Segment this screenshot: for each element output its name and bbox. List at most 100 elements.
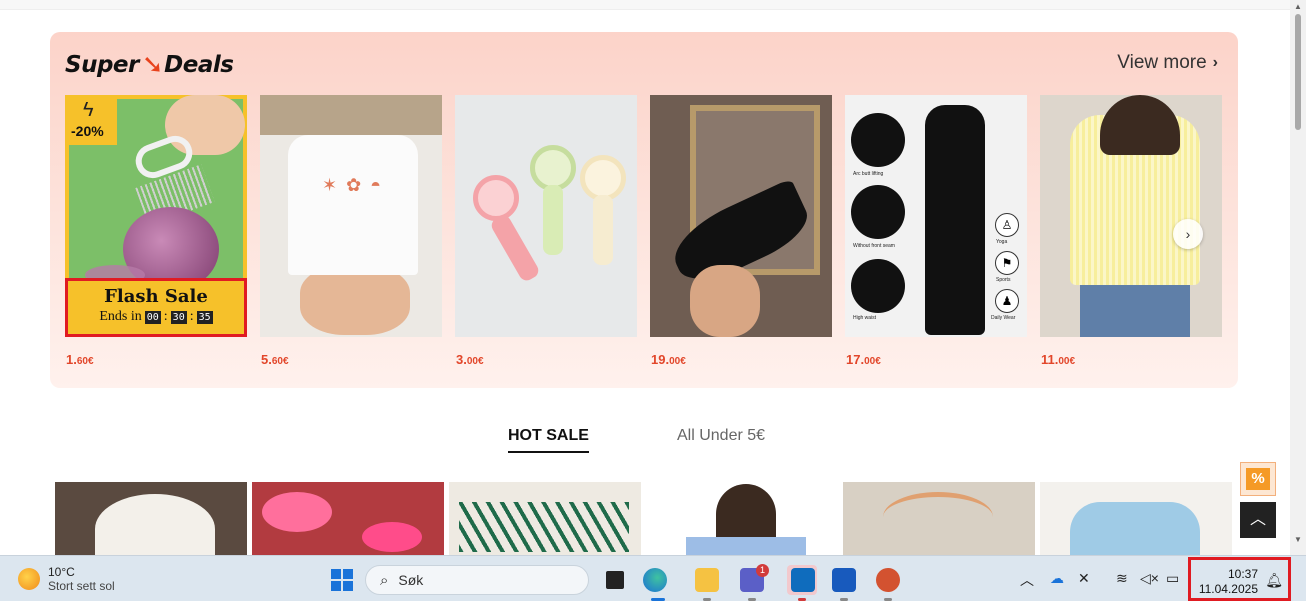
product-image-hand: [690, 265, 760, 337]
product-image: [95, 494, 215, 555]
daily-wear-icon: ♟: [995, 289, 1019, 313]
windows-taskbar: 10°C Stort sett sol ⌕ Søk 1 ︿ ☁ ✕ ≋ ◁× ▭…: [0, 555, 1306, 601]
price-cents: 00€: [669, 356, 686, 367]
ends-in-label: Ends in: [99, 309, 142, 324]
product-image: [459, 502, 629, 552]
view-more-label: View more: [1117, 52, 1207, 73]
super-deals-panel: Super ➘ Deals View more › ϟ -20% Flash S…: [50, 32, 1238, 388]
countdown-hours: 00: [144, 310, 161, 324]
deal-card-tshirt[interactable]: ✶ ✿ ◓: [260, 95, 442, 337]
leggings-label: Arc butt lifting: [853, 171, 884, 177]
deal-price: 11.00€: [1041, 352, 1075, 367]
yoga-icon: ♙: [995, 213, 1019, 237]
product-image-skin: [300, 265, 410, 335]
onedrive-icon[interactable]: ☁: [1050, 570, 1064, 587]
deal-price: 5.60€: [261, 352, 289, 367]
product-image-shirt: [288, 135, 418, 275]
price-main: 11.: [1041, 352, 1059, 367]
detail-circle: [851, 185, 905, 239]
price-main: 19.: [651, 352, 670, 367]
product-card[interactable]: [843, 482, 1035, 555]
back-to-top-button[interactable]: ︿: [1240, 502, 1276, 538]
fan-pink-icon: [473, 175, 519, 221]
countdown: Ends in 00: 30: 35: [99, 309, 213, 324]
detail-circle: [851, 259, 905, 313]
wifi-icon[interactable]: ≋: [1116, 570, 1128, 587]
weather-widget[interactable]: 10°C Stort sett sol: [18, 565, 115, 593]
clock-highlight-box[interactable]: 10:37 11.04.2025 🔔︎: [1188, 557, 1291, 601]
flash-sale-title: Flash Sale: [104, 286, 208, 307]
deal-card-onion-holder[interactable]: ϟ -20% Flash Sale Ends in 00: 30: 35: [65, 95, 247, 337]
windows-start-icon[interactable]: [331, 569, 353, 591]
task-view-icon[interactable]: [606, 571, 624, 589]
taskbar-clock: 10:37 11.04.2025: [1199, 567, 1258, 597]
deal-price: 1.60€: [66, 352, 94, 367]
battery-icon[interactable]: ▭: [1166, 570, 1179, 587]
notification-bell-icon[interactable]: 🔔︎: [1265, 572, 1283, 589]
deal-price: 3.00€: [456, 352, 484, 367]
leggings-label: High waist: [853, 315, 877, 321]
page-scrollbar[interactable]: ▲ ▼: [1290, 0, 1306, 555]
price-cents: 00€: [1058, 356, 1076, 367]
detail-circle: [851, 113, 905, 167]
sports-icon: ⚑: [995, 251, 1019, 275]
product-image-leggings: [925, 105, 985, 335]
carousel-next-icon[interactable]: ›: [1173, 219, 1203, 249]
product-image-hair: [1100, 95, 1180, 155]
product-card[interactable]: [646, 482, 838, 555]
edge-browser-icon[interactable]: [643, 568, 667, 592]
scroll-down-arrow-icon[interactable]: ▼: [1293, 535, 1303, 545]
fan-pink-handle: [488, 212, 542, 284]
leggings-label: Without front seam: [853, 243, 895, 249]
product-image: [262, 492, 332, 532]
countdown-minutes: 30: [170, 310, 187, 324]
powerpoint-icon[interactable]: [876, 568, 900, 592]
product-card[interactable]: [55, 482, 247, 555]
product-image-wall: [260, 95, 442, 135]
price-cents: 60€: [76, 356, 94, 367]
clock-time: 10:37: [1227, 567, 1258, 581]
product-image: [1070, 502, 1200, 555]
product-image-jeans: [1080, 285, 1190, 337]
discount-text: -20%: [71, 123, 104, 139]
weather-temp: 10°C: [48, 565, 75, 579]
show-hidden-icons-icon[interactable]: ︿: [1020, 570, 1034, 590]
product-card[interactable]: [1040, 482, 1232, 555]
deal-card-heels[interactable]: [650, 95, 832, 337]
leggings-label: Sports: [996, 277, 1011, 283]
logo-deals-text: Deals: [164, 52, 234, 78]
outlook-icon[interactable]: [791, 568, 815, 592]
shell-print-icon: ✶ ✿ ◓: [322, 175, 384, 195]
scroll-thumb[interactable]: [1295, 14, 1301, 130]
deal-card-striped-shirt[interactable]: [1040, 95, 1222, 337]
clock-date: 11.04.2025: [1198, 582, 1258, 596]
deal-price: 19.00€: [651, 352, 686, 367]
percent-icon: %: [1246, 468, 1270, 490]
product-image: [362, 522, 422, 552]
view-more-link[interactable]: View more ›: [1117, 52, 1218, 74]
tab-all-under-5[interactable]: All Under 5€: [677, 427, 765, 445]
discount-badge: ϟ -20%: [69, 99, 117, 145]
coupon-button[interactable]: %: [1240, 462, 1276, 496]
word-icon[interactable]: [832, 568, 856, 592]
sun-icon: [18, 568, 40, 590]
price-cents: 00€: [864, 356, 881, 367]
browser-viewport: ▲ ▼ Super ➘ Deals View more › ϟ -20% Fla…: [0, 0, 1306, 555]
deal-card-mini-fans[interactable]: [455, 95, 637, 337]
product-card[interactable]: [449, 482, 641, 555]
price-cents: 60€: [271, 356, 289, 367]
chevron-up-icon: ︿: [1249, 511, 1266, 528]
product-card[interactable]: [252, 482, 444, 555]
deal-card-leggings[interactable]: Arc butt lifting Without front seam High…: [845, 95, 1027, 337]
super-deals-logo[interactable]: Super ➘ Deals: [65, 48, 234, 82]
tab-hot-sale[interactable]: HOT SALE: [508, 427, 589, 453]
volume-muted-icon[interactable]: ◁×: [1140, 570, 1159, 587]
mic-muted-icon[interactable]: ✕: [1078, 570, 1090, 587]
countdown-seconds: 35: [196, 310, 213, 324]
price-main: 5.: [261, 352, 272, 367]
chevron-right-icon: ›: [1212, 54, 1218, 71]
file-explorer-icon[interactable]: [695, 568, 719, 592]
scroll-up-arrow-icon[interactable]: ▲: [1293, 2, 1303, 12]
taskbar-search[interactable]: ⌕ Søk: [365, 565, 589, 595]
search-icon: ⌕: [380, 571, 389, 589]
